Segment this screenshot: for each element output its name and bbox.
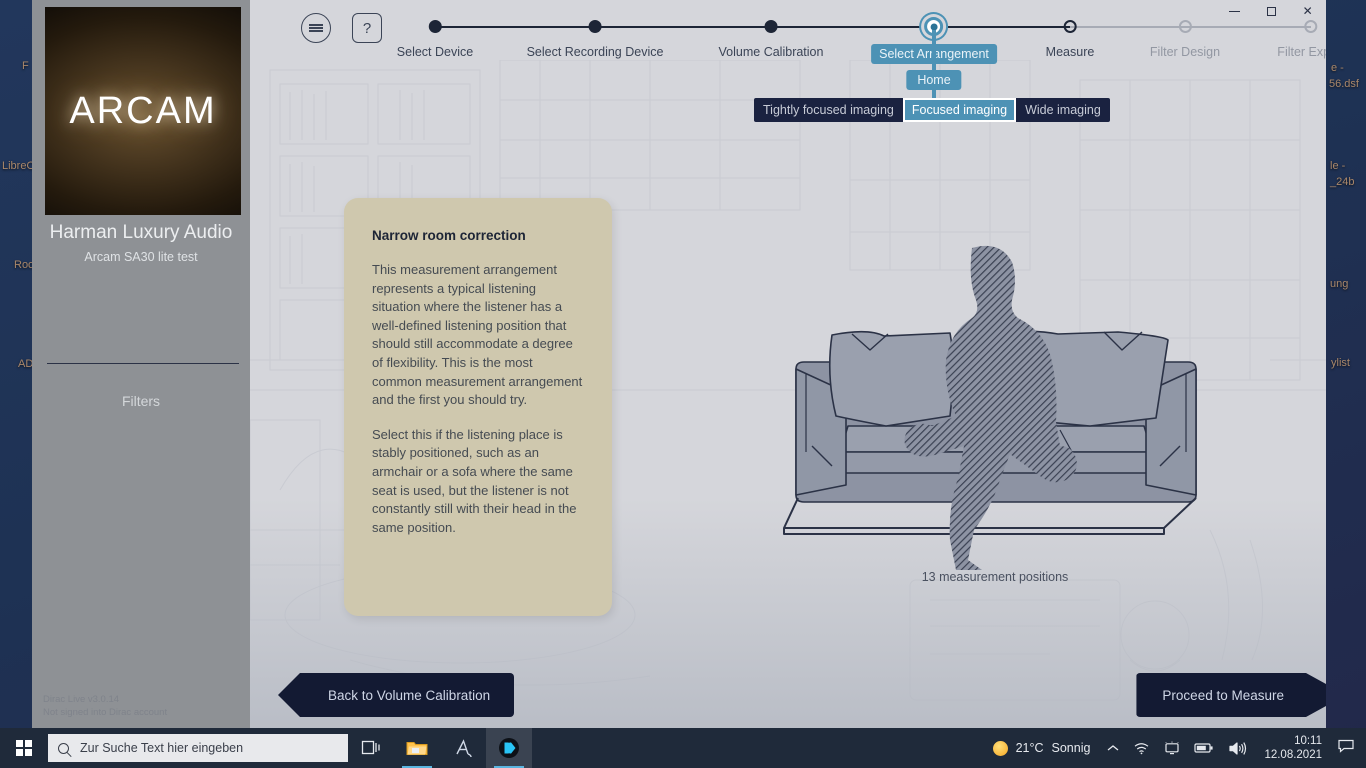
start-button-icon[interactable] — [0, 728, 48, 768]
sidebar-item-filters[interactable]: Filters — [32, 393, 250, 409]
step-dot — [764, 20, 778, 33]
show-hidden-icons-chevron-icon[interactable] — [1100, 728, 1126, 768]
search-input[interactable]: Zur Suche Text hier eingeben — [48, 734, 348, 762]
step-dot — [1178, 20, 1192, 33]
dirac-live-window: ✕ ARCAM Harman Luxury Audio Arcam SA30 l… — [32, 0, 1326, 728]
desktop-icon-label: e - — [1331, 62, 1344, 74]
arrangement-option-focused[interactable]: Focused imaging — [902, 98, 1017, 122]
arrangement-selector: Tightly focused imaging Focused imaging … — [754, 98, 1110, 122]
home-chip[interactable]: Home — [906, 70, 962, 90]
info-card-title: Narrow room correction — [372, 228, 526, 243]
maximize-button[interactable] — [1253, 0, 1290, 22]
step-dot — [1063, 20, 1077, 33]
info-card-paragraph: This measurement arrangement represents … — [372, 262, 583, 408]
desktop-icon-label: AD — [18, 358, 34, 370]
volume-icon[interactable] — [1221, 728, 1254, 768]
desktop-icon-label: _24b — [1330, 176, 1355, 188]
sun-icon — [992, 740, 1008, 756]
desktop-icon-label: ylist — [1331, 357, 1350, 369]
stepper-label: Measure — [1045, 45, 1095, 59]
arrangement-option-tightly-focused[interactable]: Tightly focused imaging — [754, 98, 903, 122]
minimize-button[interactable] — [1216, 0, 1253, 22]
progress-stepper: Select Device Select Recording Device Vo… — [250, 0, 1326, 70]
stepper-step-filter-export[interactable]: Filter Export — [1277, 20, 1326, 59]
next-button-label: Proceed to Measure — [1162, 687, 1284, 703]
main-content: ? Select Device Select Recording Device … — [250, 0, 1326, 728]
sidebar-divider — [47, 363, 239, 364]
sidebar: ARCAM Harman Luxury Audio Arcam SA30 lit… — [32, 0, 250, 728]
info-card: Narrow room correction This measurement … — [344, 198, 612, 616]
stepper-label: Filter Export — [1277, 45, 1326, 59]
info-card-paragraph: Select this if the listening place is st… — [372, 426, 577, 535]
system-tray: 21°C Sonnig 10:11 12.08.2021 — [983, 728, 1366, 768]
step-dot — [588, 20, 602, 33]
notifications-icon[interactable] — [1332, 739, 1366, 758]
measurement-positions-label: 13 measurement positions — [921, 570, 1069, 584]
battery-icon[interactable] — [1187, 728, 1221, 768]
window-controls: ✕ — [1216, 0, 1326, 22]
clock-time: 10:11 — [1294, 735, 1322, 747]
desktop-icon-label: F — [22, 60, 29, 72]
wifi-icon[interactable] — [1126, 728, 1157, 768]
back-to-volume-calibration-button[interactable]: Back to Volume Calibration — [278, 673, 515, 717]
back-button-label: Back to Volume Calibration — [328, 687, 491, 703]
desktop-icon-label: le - — [1330, 160, 1346, 172]
arcam-logo: ARCAM — [45, 7, 241, 215]
sidebar-footer: Dirac Live v3.0.14 Not signed into Dirac… — [43, 693, 167, 719]
stepper-label: Select Recording Device — [526, 45, 664, 59]
weather-widget[interactable]: 21°C Sonnig — [983, 740, 1101, 756]
desktop-icon-label: 56.dsf — [1329, 78, 1359, 90]
stepper-step-measure[interactable]: Measure — [1045, 20, 1095, 59]
desktop-icon-label: LibreO — [2, 160, 36, 172]
stepper-step-select-recording-device[interactable]: Select Recording Device — [526, 20, 664, 59]
arrangement-option-wide[interactable]: Wide imaging — [1016, 98, 1110, 122]
close-button[interactable]: ✕ — [1289, 0, 1326, 22]
search-placeholder: Zur Suche Text hier eingeben — [80, 741, 244, 755]
person-on-sofa-illustration — [783, 245, 1197, 570]
stepper-label: Volume Calibration — [718, 45, 824, 59]
windows-taskbar: Zur Suche Text hier eingeben 21°C Sonnig… — [0, 728, 1366, 768]
desktop-icon-label: ung — [1330, 278, 1349, 290]
account-status: Not signed into Dirac account — [43, 707, 168, 718]
device-model: Arcam SA30 lite test — [84, 250, 198, 264]
proceed-to-measure-button[interactable]: Proceed to Measure — [1136, 673, 1326, 717]
search-icon — [58, 742, 69, 754]
weather-description: Sonnig — [1051, 741, 1091, 755]
task-view-icon[interactable] — [348, 728, 394, 768]
clock[interactable]: 10:11 12.08.2021 — [1254, 734, 1332, 762]
brand-name: Harman Luxury Audio — [49, 222, 233, 243]
screen-cast-icon[interactable] — [1157, 728, 1187, 768]
app-version: Dirac Live v3.0.14 — [43, 694, 120, 705]
weather-temperature: 21°C — [1015, 741, 1044, 755]
clock-date: 12.08.2021 — [1264, 749, 1322, 761]
stepper-step-select-device[interactable]: Select Device — [397, 20, 473, 59]
stepper-label: Filter Design — [1149, 45, 1221, 59]
file-explorer-icon[interactable] — [394, 728, 440, 768]
stepper-label: Select Device — [396, 45, 474, 59]
stepper-step-volume-calibration[interactable]: Volume Calibration — [718, 20, 824, 59]
step-dot — [428, 20, 442, 33]
audirvana-icon[interactable] — [440, 728, 486, 768]
stepper-step-filter-design[interactable]: Filter Design — [1150, 20, 1220, 59]
arcam-logo-text: ARCAM — [69, 89, 217, 132]
dirac-live-icon[interactable] — [486, 728, 532, 768]
